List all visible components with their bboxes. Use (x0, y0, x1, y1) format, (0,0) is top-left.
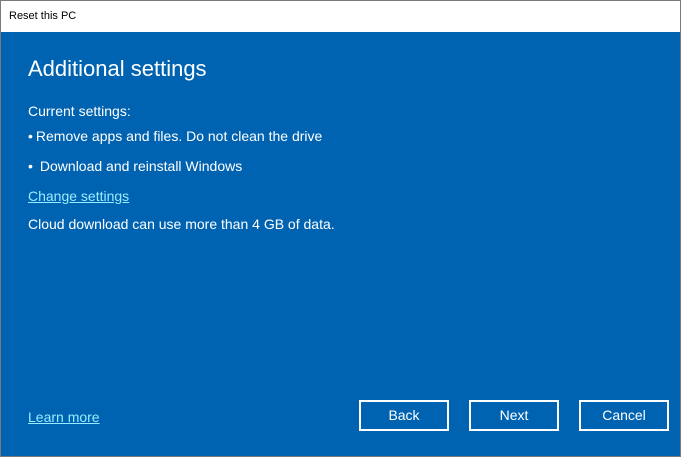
bullet-icon: • (28, 128, 33, 144)
setting-item-label: Download and reinstall Windows (39, 158, 243, 174)
current-settings-label: Current settings: (28, 103, 131, 119)
cloud-download-note: Cloud download can use more than 4 GB of… (28, 216, 335, 232)
back-button[interactable]: Back (359, 400, 449, 431)
learn-more-link[interactable]: Learn more (28, 409, 100, 425)
cancel-button[interactable]: Cancel (579, 400, 669, 431)
bullet-icon: • (28, 158, 33, 174)
next-button[interactable]: Next (469, 400, 559, 431)
change-settings-link[interactable]: Change settings (28, 188, 129, 204)
setting-item-remove-apps: • Remove apps and files. Do not clean the… (28, 128, 322, 144)
title-bar[interactable]: Reset this PC (1, 1, 680, 32)
setting-item-label: Remove apps and files. Do not clean the … (35, 128, 323, 144)
page-title: Additional settings (28, 56, 207, 81)
window-title: Reset this PC (9, 10, 77, 22)
reset-pc-dialog: Reset this PC Additional settings Curren… (0, 0, 681, 457)
setting-item-download-windows: • Download and reinstall Windows (28, 158, 242, 174)
dialog-content: Additional settings Current settings: • R… (1, 32, 680, 456)
